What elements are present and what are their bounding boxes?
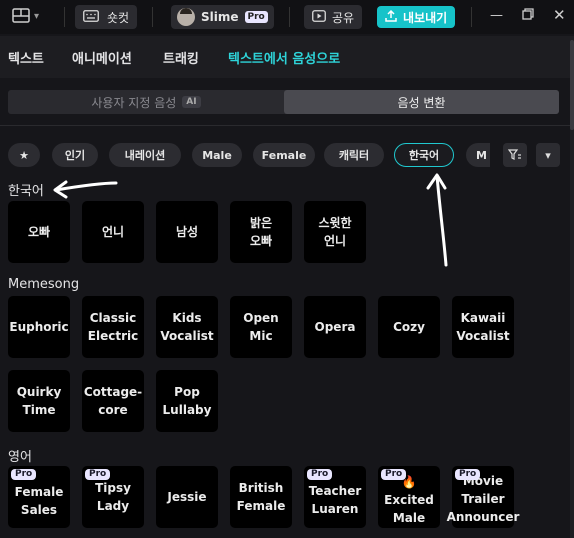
share-play-icon [312,9,326,25]
voice-card[interactable]: Quirky Time [8,370,70,432]
voice-card[interactable]: Pro 🔥Excited Male [378,466,440,528]
section-title-memesong: Memesong [8,277,80,292]
upload-icon [385,9,397,25]
close-icon[interactable]: ✕ [553,6,566,24]
voice-card[interactable]: 언니 [82,201,144,263]
voice-card-label: British Female [236,481,286,513]
voice-card[interactable]: 오빠 [8,201,70,263]
voice-card[interactable]: Kawaii Vocalist [452,296,514,358]
pro-badge: Pro [381,469,407,480]
export-button[interactable]: 내보내기 [377,6,456,28]
project-name: Slime [201,10,239,24]
pro-badge: Pro [244,11,268,23]
export-label: 내보내기 [403,10,448,25]
filter-sort-icon[interactable] [503,143,527,167]
voice-card-label: 🔥Excited Male [384,475,434,525]
voice-card[interactable]: Opera [304,296,366,358]
star-icon: ★ [19,148,29,162]
voice-card[interactable]: Kids Vocalist [156,296,218,358]
chevron-down-icon[interactable]: ▾ [536,143,560,167]
filter-chip[interactable]: Male [192,143,242,167]
voice-card[interactable]: Cottage- core [82,370,144,432]
pro-badge: Pro [455,469,481,480]
pro-badge: Pro [11,469,37,480]
custom-voice-segment[interactable]: 사용자 지정 음성 AI [8,90,284,114]
pro-badge: Pro [85,469,111,480]
voice-card[interactable]: Pro Teacher Luaren [304,466,366,528]
shortcut-button[interactable]: 숏컷 [75,5,138,29]
toolbar-divider [64,7,65,27]
filter-chip[interactable]: 내레이션 [109,143,181,167]
filter-chip[interactable]: 인기 [52,143,98,167]
filter-chip[interactable]: M [466,143,490,167]
favorites-filter[interactable]: ★ [8,143,40,167]
toolbar-divider [152,7,153,27]
toolbar-divider [289,7,290,27]
voice-card[interactable]: 밝은 오빠 [230,201,292,263]
annotation-arrow-left [54,181,118,192]
maximize-icon[interactable] [522,8,534,24]
scrollbar-thumb[interactable] [570,40,574,130]
layout-icon[interactable]: ▾ [12,8,39,24]
tab-animation[interactable]: 애니메이션 [72,48,132,67]
chevron-down-icon: ▾ [34,10,40,22]
tab-tracking[interactable]: 트래킹 [163,48,199,67]
section-title-korean: 한국어 [8,184,44,199]
share-label: 공유 [332,10,355,25]
section-title-english: 영어 [8,450,32,465]
voice-card-label: Female Sales [14,485,64,517]
voice-convert-label: 음성 변환 [397,95,446,110]
voice-card-label: Jessie [167,490,207,504]
voice-card-label: Tipsy Lady [95,481,131,513]
annotation-arrow-up [435,174,448,267]
shortcut-label: 숏컷 [107,10,130,25]
keyboard-icon [83,9,99,25]
divider [0,125,574,126]
filter-chip[interactable]: 캐릭터 [324,143,384,167]
tab-bar: 텍스트 애니메이션 트래킹 텍스트에서 음성으로 [0,36,574,78]
share-button[interactable]: 공유 [304,5,363,29]
voice-card[interactable]: Pop Lullaby [156,370,218,432]
filter-chip-active[interactable]: 한국어 [394,143,454,167]
voice-card[interactable]: Cozy [378,296,440,358]
pro-badge: Pro [307,469,333,480]
voice-card[interactable]: Euphoric [8,296,70,358]
voice-card[interactable]: British Female [230,466,292,528]
voice-card[interactable]: Classic Electric [82,296,144,358]
annotation-arrows [53,173,448,267]
voice-card[interactable]: 남성 [156,201,218,263]
tab-text[interactable]: 텍스트 [8,48,44,67]
filter-chip[interactable]: Female [253,143,315,167]
voice-card[interactable]: Jessie [156,466,218,528]
voice-card[interactable]: Pro Movie Trailer Announcer [447,466,519,528]
voice-card[interactable]: Open Mic [230,296,292,358]
voice-convert-segment[interactable]: 음성 변환 [284,90,559,114]
voice-card[interactable]: Pro Female Sales [8,466,70,528]
voice-mode-toggle: 사용자 지정 음성 AI 음성 변환 [8,90,559,114]
avatar [177,8,195,26]
voice-card[interactable]: 스윗한 언니 [304,201,366,263]
ai-badge: AI [182,96,201,108]
toolbar-divider [471,7,472,27]
custom-voice-label: 사용자 지정 음성 [91,95,177,110]
voice-card[interactable]: Pro Tipsy Lady [82,466,144,528]
tab-text-to-speech[interactable]: 텍스트에서 음성으로 [228,48,340,67]
voice-card-label: Teacher Luaren [308,484,362,516]
project-button[interactable]: Slime Pro [171,5,274,29]
minimize-icon[interactable]: — [490,8,503,23]
voice-card-label: Movie Trailer Announcer [446,474,520,524]
top-bar: ▾ 숏컷 Slime Pro 공유 내보내기 — ✕ [0,0,574,34]
